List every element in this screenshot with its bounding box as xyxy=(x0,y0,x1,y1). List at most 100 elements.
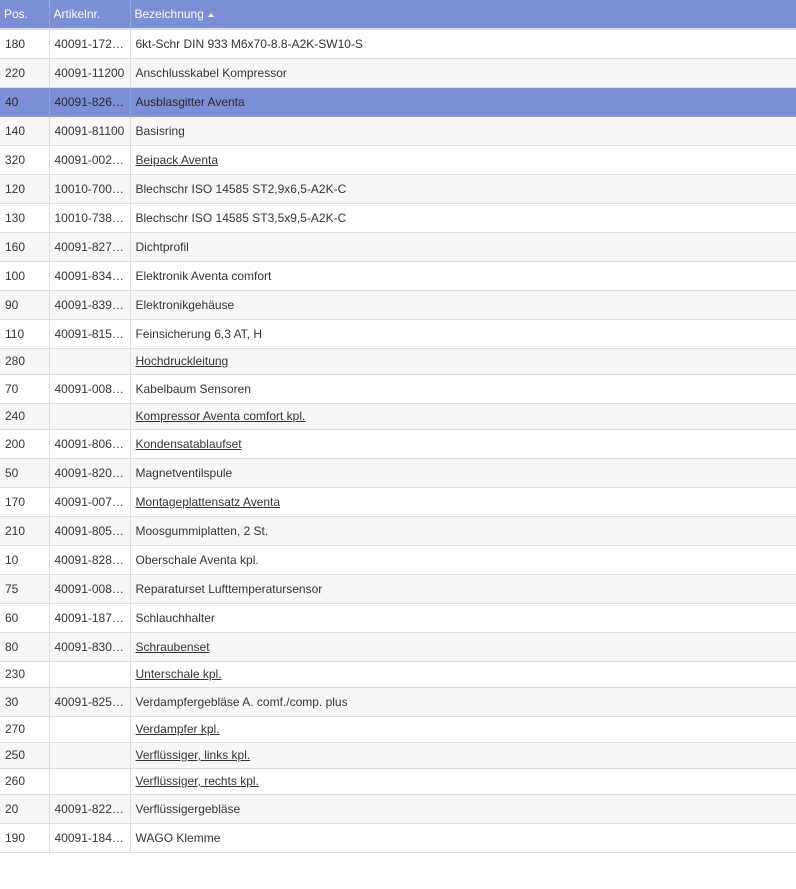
cell-pos: 110 xyxy=(0,319,50,349)
cell-bezeichnung: Anschlusskabel Kompressor xyxy=(130,58,796,88)
table-row[interactable]: 320 40091-00205 Beipack Aventa xyxy=(0,145,796,175)
cell-artikelnr: 40091-80600 xyxy=(49,429,131,459)
cell-bezeichnung: 6kt-Schr DIN 933 M6x70-8.8-A2K-SW10-S xyxy=(130,29,796,59)
cell-pos: 270 xyxy=(0,716,50,743)
table-row[interactable]: 100 40091-83400 Elektronik Aventa comfort xyxy=(0,261,796,291)
table-row[interactable]: 160 40091-82700 Dichtprofil xyxy=(0,232,796,262)
cell-pos: 320 xyxy=(0,145,50,175)
cell-pos: 230 xyxy=(0,661,50,688)
cell-pos: 220 xyxy=(0,58,50,88)
cell-bezeichnung: Basisring xyxy=(130,116,796,146)
table-row[interactable]: 75 40091-00803 Reparaturset Lufttemperatur… xyxy=(0,574,796,604)
cell-artikelnr: 10010-70000 xyxy=(49,174,131,204)
cell-artikelnr: 40091-18400 xyxy=(49,823,131,853)
table-row[interactable]: 190 40091-18400 WAGO Klemme xyxy=(0,823,796,853)
part-link[interactable]: Beipack Aventa xyxy=(136,153,219,167)
part-link[interactable]: Kompressor Aventa comfort kpl. xyxy=(136,409,306,423)
part-link[interactable]: Verflüssiger, rechts kpl. xyxy=(136,774,259,788)
table-row[interactable]: 40 40091-82600 Ausblasgitter Aventa xyxy=(0,87,796,117)
table-row[interactable]: 90 40091-83900 Elektronikgehäuse xyxy=(0,290,796,320)
cell-bezeichnung: Verflüssigergebläse xyxy=(130,794,796,824)
table-row[interactable]: 280 Hochdruckleitung xyxy=(0,348,796,375)
cell-artikelnr xyxy=(49,768,131,795)
table-row[interactable]: 210 40091-80500 Moosgummiplatten, 2 St. xyxy=(0,516,796,546)
cell-artikelnr: 40091-82700 xyxy=(49,232,131,262)
table-row[interactable]: 260 Verflüssiger, rechts kpl. xyxy=(0,768,796,795)
part-link[interactable]: Kondensatablaufset xyxy=(136,437,242,451)
column-header-pos-label: Pos. xyxy=(4,7,29,21)
cell-pos: 80 xyxy=(0,632,50,662)
cell-pos: 280 xyxy=(0,348,50,375)
table-row[interactable]: 70 40091-00804 Kabelbaum Sensoren xyxy=(0,374,796,404)
column-header-pos[interactable]: Pos. xyxy=(0,0,50,30)
cell-pos: 75 xyxy=(0,574,50,604)
cell-bezeichnung: Kabelbaum Sensoren xyxy=(130,374,796,404)
table-row[interactable]: 270 Verdampfer kpl. xyxy=(0,716,796,743)
cell-bezeichnung: Blechschr ISO 14585 ST3,5x9,5-A2K-C xyxy=(130,203,796,233)
table-row[interactable]: 180 40091-17200 6kt-Schr DIN 933 M6x70-8.8… xyxy=(0,29,796,59)
column-header-bezeichnung[interactable]: Bezeichnung xyxy=(130,0,796,30)
cell-bezeichnung: Elektronik Aventa comfort xyxy=(130,261,796,291)
table-row[interactable]: 170 40091-00710 Montageplattensatz Aventa xyxy=(0,487,796,517)
cell-pos: 130 xyxy=(0,203,50,233)
sort-ascending-icon xyxy=(207,12,214,17)
table-row[interactable]: 80 40091-83000 Schraubenset xyxy=(0,632,796,662)
column-header-bezeichnung-label: Bezeichnung xyxy=(134,7,204,21)
cell-bezeichnung: Verdampfergebläse A. comf./comp. plus xyxy=(130,687,796,717)
cell-artikelnr: 40091-00803 xyxy=(49,574,131,604)
cell-bezeichnung: Schraubenset xyxy=(130,632,796,662)
cell-pos: 20 xyxy=(0,794,50,824)
cell-artikelnr: 40091-83900 xyxy=(49,290,131,320)
table-row[interactable]: 60 40091-18700 Schlauchhalter xyxy=(0,603,796,633)
part-link[interactable]: Schraubenset xyxy=(136,640,210,654)
cell-artikelnr xyxy=(49,742,131,769)
table-row[interactable]: 240 Kompressor Aventa comfort kpl. xyxy=(0,403,796,430)
cell-artikelnr xyxy=(49,403,131,430)
cell-pos: 100 xyxy=(0,261,50,291)
cell-pos: 180 xyxy=(0,29,50,59)
cell-artikelnr: 10010-73800 xyxy=(49,203,131,233)
table-row[interactable]: 30 40091-82500 Verdampfergebläse A. comf./… xyxy=(0,687,796,717)
cell-artikelnr: 40091-82800 xyxy=(49,545,131,575)
part-link[interactable]: Hochdruckleitung xyxy=(136,354,229,368)
cell-artikelnr xyxy=(49,348,131,375)
part-link[interactable]: Verflüssiger, links kpl. xyxy=(136,748,251,762)
table-row[interactable]: 50 40091-82000 Magnetventilspule xyxy=(0,458,796,488)
cell-pos: 50 xyxy=(0,458,50,488)
table-row[interactable]: 230 Unterschale kpl. xyxy=(0,661,796,688)
table-row[interactable]: 20 40091-82200 Verflüssigergebläse xyxy=(0,794,796,824)
cell-pos: 140 xyxy=(0,116,50,146)
column-header-artikelnr[interactable]: Artikelnr. xyxy=(49,0,131,30)
table-row[interactable]: 10 40091-82800 Oberschale Aventa kpl. xyxy=(0,545,796,575)
cell-bezeichnung: Dichtprofil xyxy=(130,232,796,262)
cell-artikelnr: 40091-18700 xyxy=(49,603,131,633)
table-row[interactable]: 120 10010-70000 Blechschr ISO 14585 ST2,9x… xyxy=(0,174,796,204)
cell-artikelnr: 40091-83000 xyxy=(49,632,131,662)
part-link[interactable]: Verdampfer kpl. xyxy=(136,722,220,736)
cell-bezeichnung: Kondensatablaufset xyxy=(130,429,796,459)
cell-pos: 60 xyxy=(0,603,50,633)
table-row[interactable]: 140 40091-81100 Basisring xyxy=(0,116,796,146)
cell-bezeichnung: Reparaturset Lufttemperatursensor xyxy=(130,574,796,604)
cell-bezeichnung: Montageplattensatz Aventa xyxy=(130,487,796,517)
part-link[interactable]: Montageplattensatz Aventa xyxy=(136,495,281,509)
cell-artikelnr: 40091-00804 xyxy=(49,374,131,404)
table-row[interactable]: 200 40091-80600 Kondensatablaufset xyxy=(0,429,796,459)
cell-pos: 120 xyxy=(0,174,50,204)
part-link[interactable]: Unterschale kpl. xyxy=(136,667,222,681)
cell-pos: 250 xyxy=(0,742,50,769)
cell-bezeichnung: Oberschale Aventa kpl. xyxy=(130,545,796,575)
table-row[interactable]: 110 40091-81500 Feinsicherung 6,3 AT, H xyxy=(0,319,796,349)
table-row[interactable]: 220 40091-11200 Anschlusskabel Kompressor xyxy=(0,58,796,88)
cell-bezeichnung: Schlauchhalter xyxy=(130,603,796,633)
table-row[interactable]: 130 10010-73800 Blechschr ISO 14585 ST3,5x… xyxy=(0,203,796,233)
cell-bezeichnung: Kompressor Aventa comfort kpl. xyxy=(130,403,796,430)
cell-bezeichnung: Hochdruckleitung xyxy=(130,348,796,375)
cell-pos: 170 xyxy=(0,487,50,517)
cell-artikelnr: 40091-00710 xyxy=(49,487,131,517)
cell-pos: 70 xyxy=(0,374,50,404)
cell-artikelnr xyxy=(49,716,131,743)
table-row[interactable]: 250 Verflüssiger, links kpl. xyxy=(0,742,796,769)
cell-bezeichnung: WAGO Klemme xyxy=(130,823,796,853)
cell-artikelnr: 40091-17200 xyxy=(49,29,131,59)
